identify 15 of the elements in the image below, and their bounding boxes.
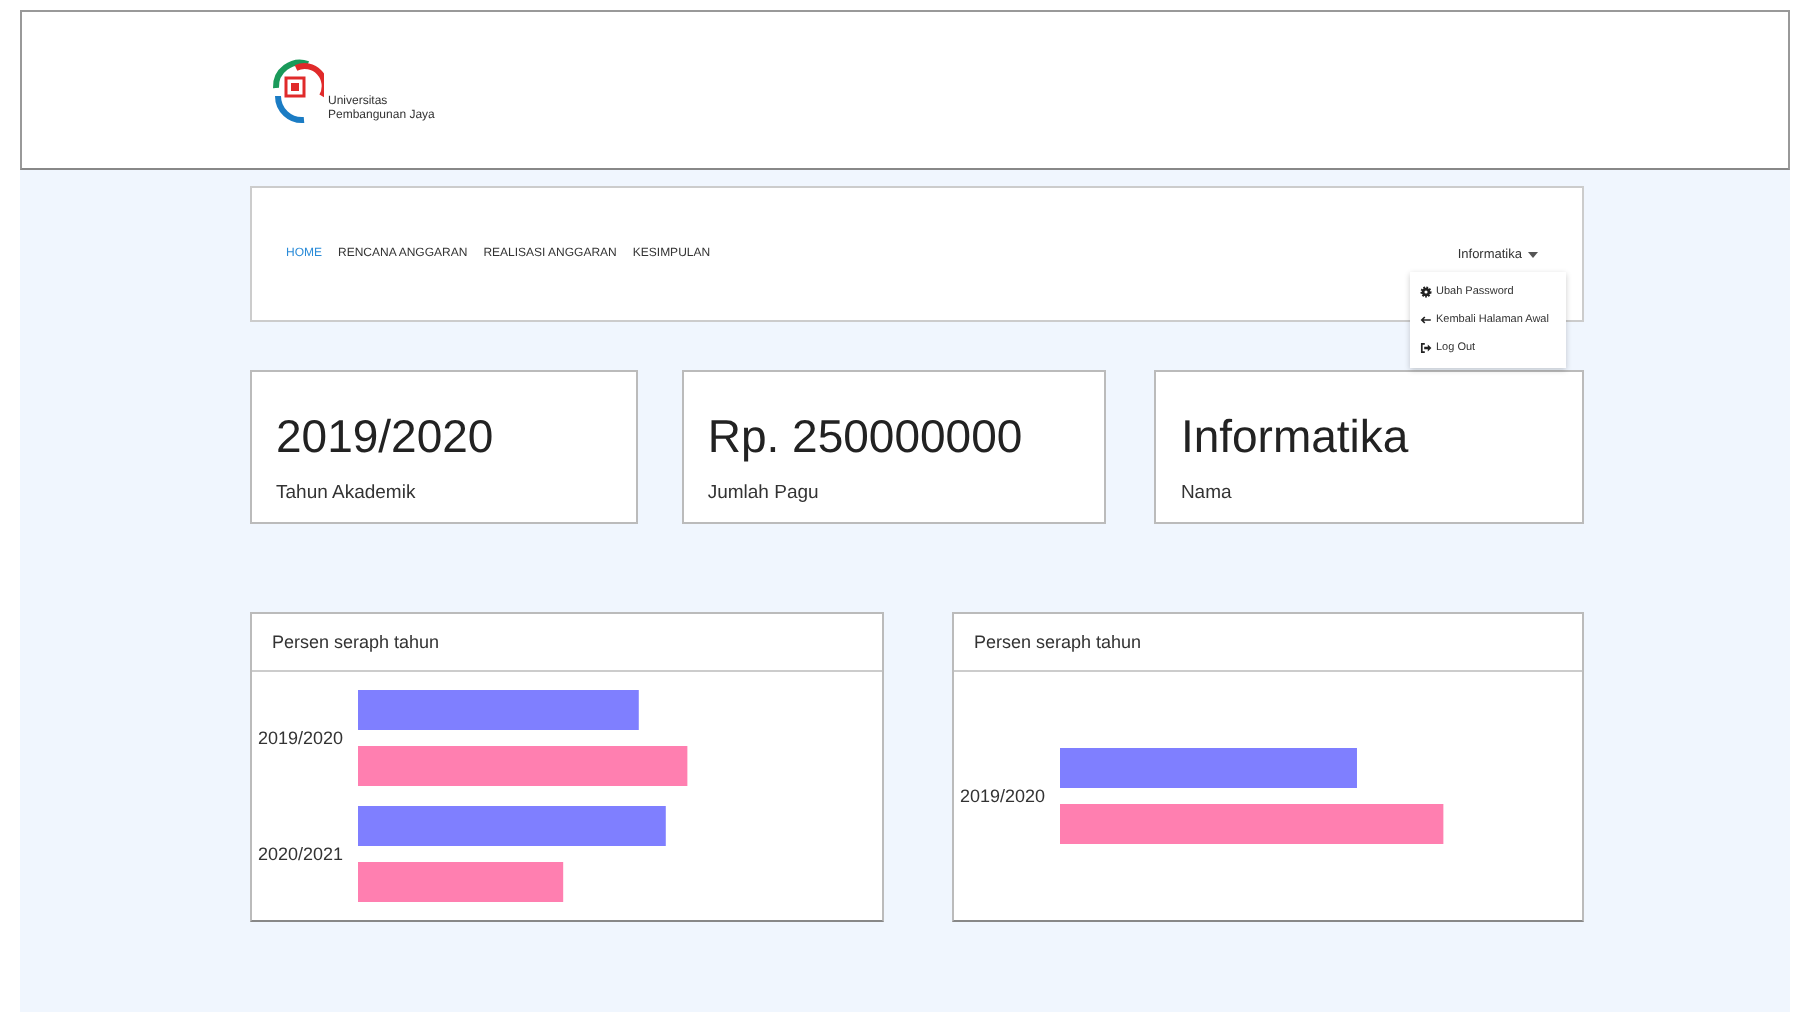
stat-value: Rp. 250000000 xyxy=(707,410,1025,464)
caret-icon xyxy=(1528,251,1538,257)
stat-label: Jumlah Pagu xyxy=(707,482,821,504)
stat-label: Nama xyxy=(1180,482,1234,504)
stat-value: Informatika xyxy=(1180,410,1411,464)
category-label: 2020/2021 xyxy=(256,844,346,864)
stat-label: Tahun Akademik xyxy=(276,482,418,504)
stat-value: 2019/2020 xyxy=(276,410,496,464)
logout-icon xyxy=(1420,342,1432,354)
chart-title: Persen seraph tahun xyxy=(252,614,882,672)
chart-title: Persen seraph tahun xyxy=(953,614,1582,672)
gear-icon xyxy=(1420,286,1432,298)
category-label: 2019/2020 xyxy=(256,728,346,748)
category-label: 2019/2020 xyxy=(957,786,1048,806)
arrow-left-icon xyxy=(1420,314,1432,326)
